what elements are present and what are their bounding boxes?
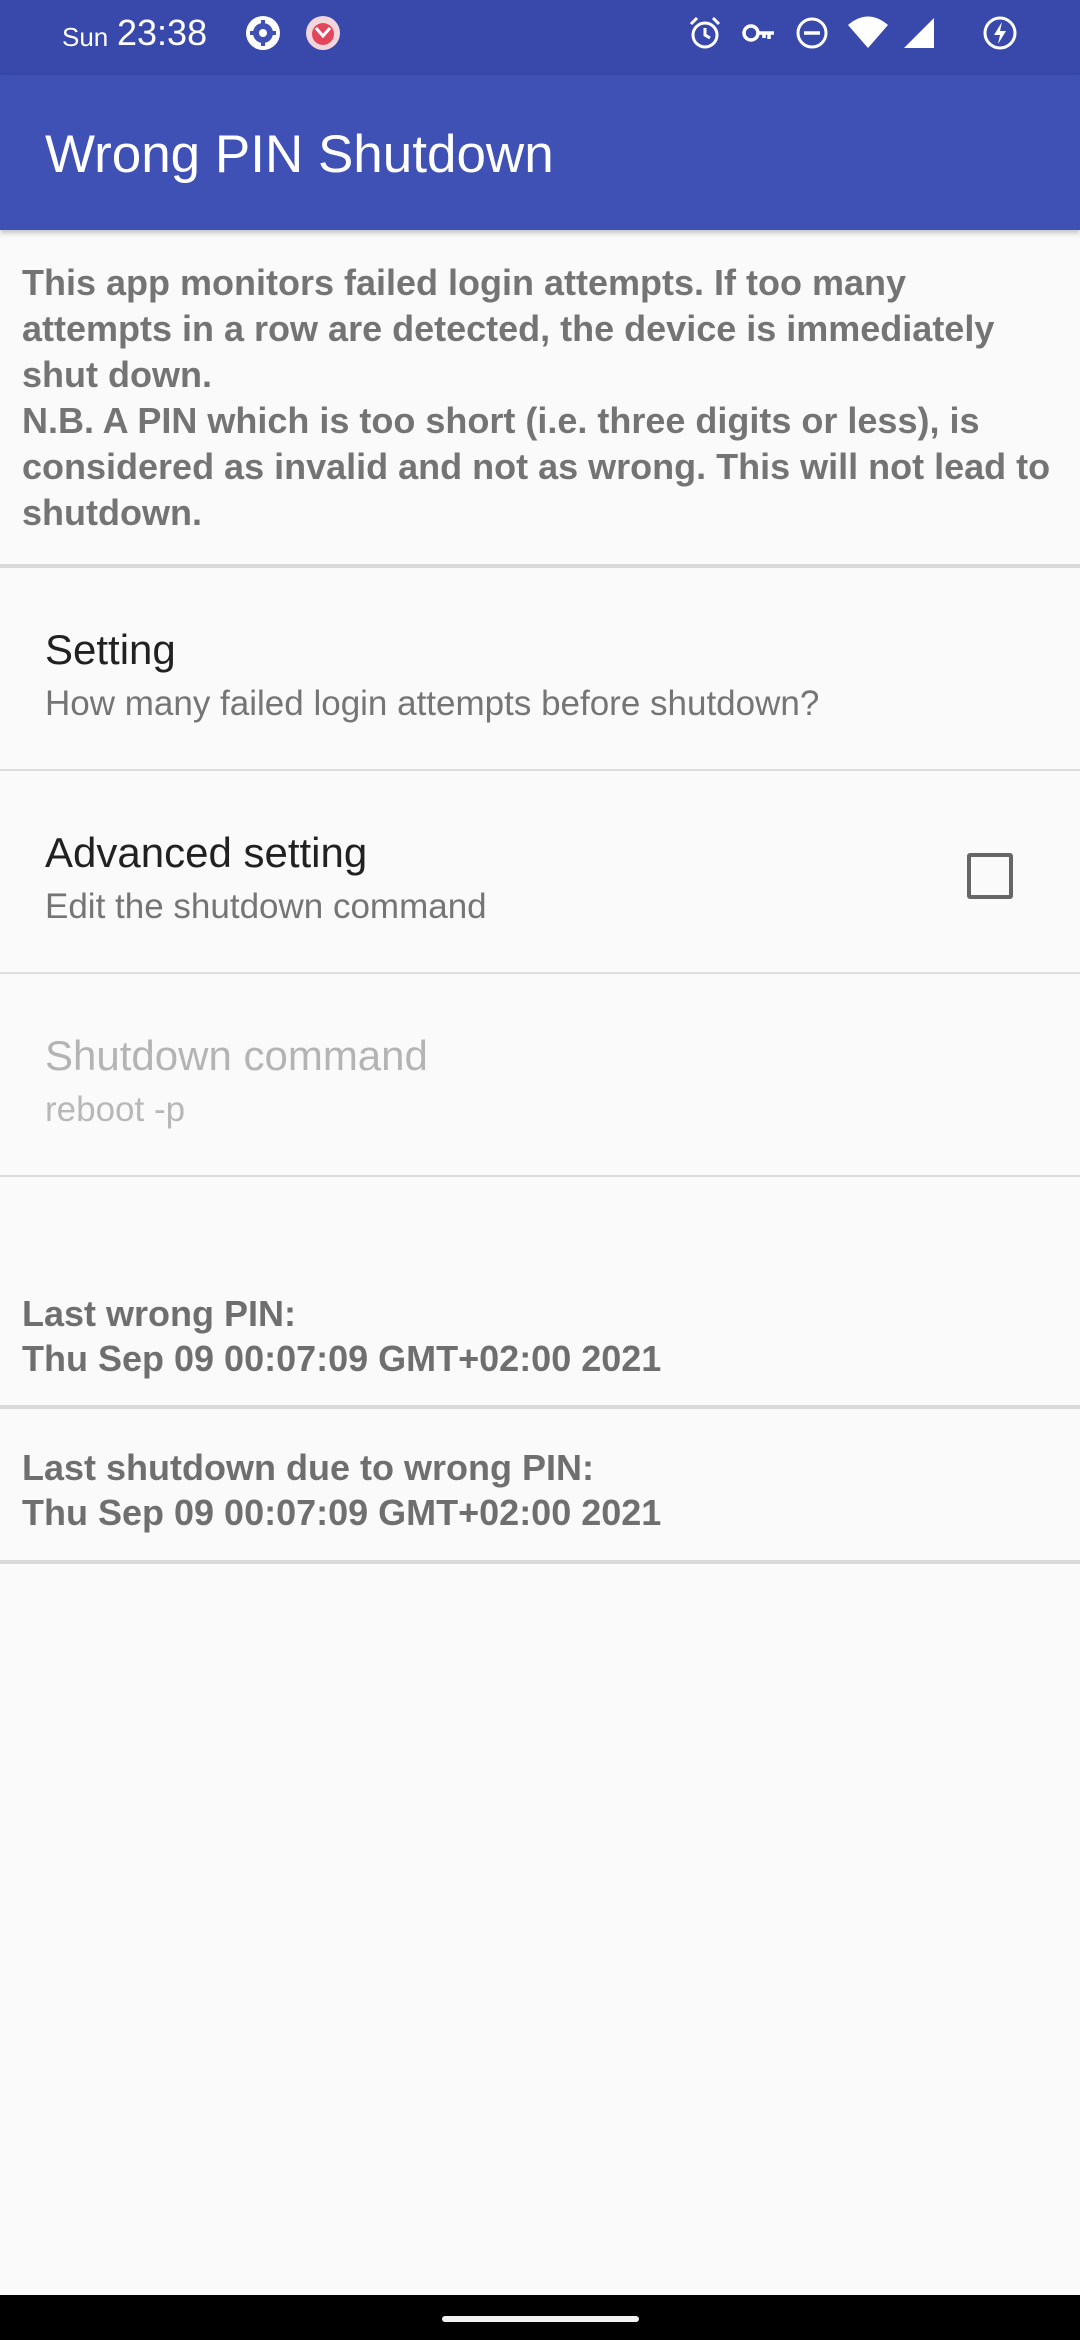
battery-saver-icon	[983, 16, 1017, 50]
status-time: 23:38	[117, 12, 208, 53]
divider	[0, 1560, 1080, 1564]
last-shutdown-info: Last shutdown due to wrong PIN: Thu Sep …	[22, 1445, 661, 1535]
pref-setting-title: Setting	[45, 626, 176, 673]
divider	[0, 1405, 1080, 1409]
advanced-setting-checkbox[interactable]	[967, 853, 1013, 899]
divider	[0, 1175, 1080, 1177]
app-title: Wrong PIN Shutdown	[45, 125, 554, 184]
pref-setting-summary: How many failed login attempts before sh…	[45, 684, 820, 723]
cellular-signal-icon	[904, 18, 934, 48]
last-shutdown-value: Thu Sep 09 00:07:09 GMT+02:00 2021	[22, 1492, 662, 1533]
last-wrong-pin-value: Thu Sep 09 00:07:09 GMT+02:00 2021	[22, 1338, 662, 1379]
intro-text-note: N.B. A PIN which is too short (i.e. thre…	[22, 400, 1051, 533]
last-wrong-pin-label: Last wrong PIN:	[22, 1293, 297, 1334]
settings-gear-icon	[246, 16, 280, 50]
home-gesture-handle[interactable]	[442, 2316, 639, 2322]
app-notification-icon	[306, 16, 340, 50]
pref-shutdown-command: Shutdown command reboot -p	[0, 974, 1080, 1174]
intro-description: This app monitors failed login attempts.…	[22, 260, 1062, 536]
pref-advanced-title: Advanced setting	[45, 829, 368, 876]
alarm-icon	[689, 16, 721, 49]
intro-text-monitoring: This app monitors failed login attempts.…	[22, 262, 995, 395]
pref-shutdown-command-summary: reboot -p	[45, 1090, 186, 1129]
pref-shutdown-command-title: Shutdown command	[45, 1032, 428, 1079]
pref-setting[interactable]: Setting How many failed login attempts b…	[0, 568, 1080, 768]
pref-advanced-summary: Edit the shutdown command	[45, 887, 487, 926]
do-not-disturb-icon	[796, 17, 828, 49]
pref-advanced-setting[interactable]: Advanced setting Edit the shutdown comma…	[0, 771, 1080, 971]
status-bar: Sun 23:38	[0, 0, 1080, 75]
navigation-bar	[0, 2295, 1080, 2340]
last-wrong-pin-info: Last wrong PIN: Thu Sep 09 00:07:09 GMT+…	[22, 1291, 661, 1381]
vpn-key-icon	[742, 24, 774, 42]
wifi-icon	[848, 16, 888, 48]
status-day: Sun	[62, 22, 109, 52]
last-shutdown-label: Last shutdown due to wrong PIN:	[22, 1447, 594, 1488]
app-bar: Wrong PIN Shutdown	[0, 75, 1080, 230]
